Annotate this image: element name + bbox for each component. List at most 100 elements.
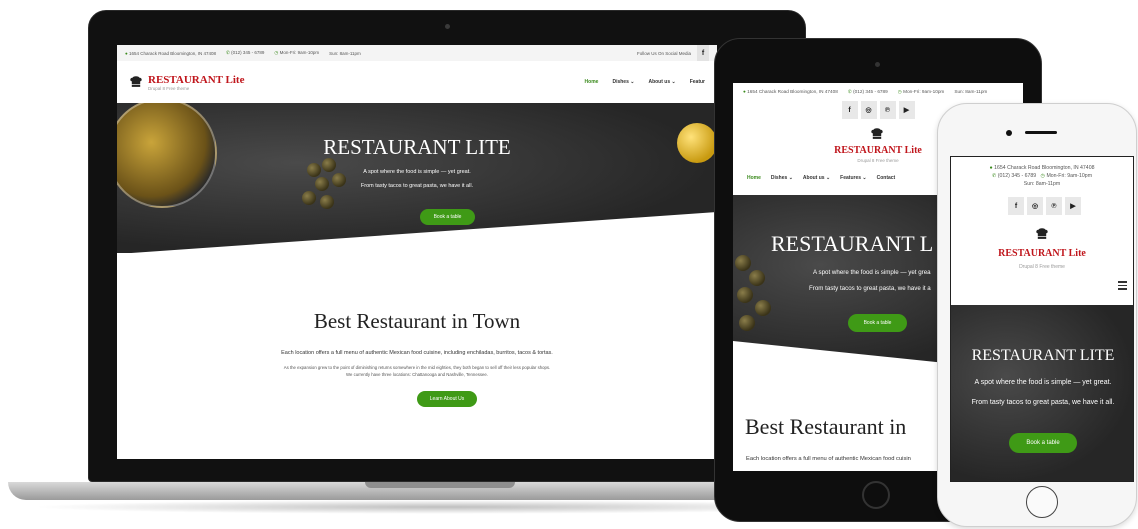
nav-dishes[interactable]: Dishes ⌄ [771,175,793,181]
clock-icon: ◷ [1040,173,1046,179]
caper-image [735,255,751,271]
nav-home[interactable]: Home [747,175,761,181]
brand-tagline: Drupal 8 Free theme [148,85,190,91]
chevron-down-icon: ⌄ [862,175,867,181]
brand[interactable]: RESTAURANT Lite Drupal 8 Free theme [148,74,244,91]
phone[interactable]: ✆ (012) 345 - 6789 [848,89,888,95]
phone-icon: ✆ [847,88,852,94]
phone-camera [1006,130,1012,136]
hero-subtitle-2: From tasty tacos to great pasta, we have… [360,183,474,189]
hero-divider [117,212,717,253]
chef-hat-icon [1036,228,1048,239]
address-text: 1654 Charack Road Bloomington, IN 47408 [128,50,217,56]
topbar: ● 1654 Charack Road Bloomington, IN 4740… [733,83,1023,100]
nav-dishes-label: Dishes [612,79,629,85]
device-mockup-stage: ● 1654 Charack Road Bloomington, IN 4740… [0,0,1138,529]
chef-hat-icon [130,76,142,87]
topbar: ● 1654 Charack Road Bloomington, IN 4740… [117,45,717,61]
hours-weekday: ◷ Mon-Fri: 9am-10pm [898,89,945,95]
chef-hat-icon [871,128,883,139]
hero-subtitle-1: A spot where the food is simple — yet gr… [974,379,1112,386]
section-title: Best Restaurant in [745,414,907,439]
hours-weekday: ◷ Mon-Fri: 9am-10pm [274,50,319,56]
main-nav: Home Dishes ⌄ About us ⌄ Features ⌄ Cont… [747,175,895,181]
address: ● 1654 Charack Road Bloomington, IN 4740… [951,165,1133,171]
facebook-icon[interactable]: f [697,45,709,61]
pinterest-icon[interactable]: ℗ [1046,197,1062,215]
address-text: 1654 Charack Road Bloomington, IN 47408 [747,89,838,94]
phone-text[interactable]: (012) 345 - 6789 [998,173,1036,179]
book-table-button[interactable]: Book a table [1009,433,1077,453]
caper-image [755,300,771,316]
tablet-home-button [862,481,890,509]
phone-screen: ● 1654 Charack Road Bloomington, IN 4740… [950,156,1134,482]
nav-about[interactable]: About us ⌄ [803,175,830,181]
caper-image [739,315,755,331]
caper-image [320,195,334,209]
nav-dishes[interactable]: Dishes ⌄ [612,79,634,85]
hero-title: RESTAURANT LITE [323,135,511,159]
section-text-1: Each location offers a full menu of auth… [746,456,911,462]
nav-contact[interactable]: Contact [877,175,896,181]
location-icon: ● [125,50,128,56]
hero-subtitle-1: A spot where the food is simple — yet gr… [363,169,471,175]
hero-title: RESTAURANT LITE [971,347,1115,364]
chevron-down-icon: ⌄ [825,175,831,181]
chevron-down-icon: ⌄ [788,175,793,181]
book-table-button[interactable]: Book a table [420,209,475,225]
facebook-icon[interactable]: f [841,101,858,119]
hours-weekend: Sun: 8am-11pm [954,89,988,94]
laptop-screen: ● 1654 Charack Road Bloomington, IN 4740… [117,45,717,459]
nav-home[interactable]: Home [585,79,599,85]
hero-subtitle-1: A spot where the food is simple — yet gr… [813,269,931,276]
phone-speaker [1025,131,1057,134]
clock-icon: ◷ [274,50,279,55]
nav-features[interactable]: Featur [690,79,705,85]
youtube-icon[interactable]: ▶ [1065,197,1081,215]
address: ● 1654 Charack Road Bloomington, IN 4740… [125,51,216,56]
hero-subtitle-2: From tasty tacos to great pasta, we have… [971,399,1115,406]
pinterest-icon[interactable]: ℗ [879,101,896,119]
hamburger-menu-icon[interactable] [1118,281,1127,292]
nav-about-label: About us [802,175,825,181]
phone-text: (012) 345 - 6789 [231,50,265,55]
section-title: Best Restaurant in Town [313,309,521,333]
main-nav: Home Dishes ⌄ About us ⌄ Featur [585,79,705,85]
tablet-camera [875,62,880,67]
address-text: 1654 Charack Road Bloomington, IN 47408 [994,165,1095,171]
nav-features[interactable]: Features ⌄ [840,175,866,181]
address: ● 1654 Charack Road Bloomington, IN 4740… [743,89,838,94]
phone-icon: ✆ [991,173,997,179]
social-label: Follow Us On Social Media [636,50,691,56]
book-table-button[interactable]: Book a table [848,314,907,332]
location-icon: ● [989,165,993,171]
phone-home-button [1026,486,1058,518]
nav-features-label: Features [840,175,862,181]
hours-weekday-text: Mon-Fri: 9am-10pm [279,50,320,55]
laptop-notch [365,482,515,488]
chevron-down-icon: ⌄ [630,79,635,85]
brand-title[interactable]: RESTAURANT Lite [951,248,1133,259]
social-area: Follow Us On Social Media f [637,45,709,61]
clock-icon: ◷ [897,88,902,94]
chevron-down-icon: ⌄ [671,79,676,85]
site-header: RESTAURANT Lite Drupal 8 Free theme Home… [117,61,717,103]
learn-about-us-button[interactable]: Learn About Us [417,391,477,407]
instagram-icon[interactable]: ◎ [860,101,877,119]
hero-subtitle-2: From tasty tacos to great pasta, we have… [809,285,931,292]
phone[interactable]: ✆ (012) 345 - 6789 [226,50,264,56]
instagram-icon[interactable]: ◎ [1027,197,1043,215]
nav-about[interactable]: About us ⌄ [648,79,675,85]
caper-image [737,287,753,303]
hero-section: RESTAURANT LITE A spot where the food is… [117,103,717,253]
hours-weekday-text: Mon-Fri: 9am-10pm [903,88,945,94]
section-text-3: We currently have three locations: Chatt… [346,372,488,377]
hours-weekend: Sun: 8am-11pm [329,50,361,56]
caper-image [749,270,765,286]
hero-section: RESTAURANT LITE A spot where the food is… [951,305,1133,481]
facebook-icon[interactable]: f [1008,197,1024,215]
brand-tagline: Drupal 8 Free theme [1019,264,1065,270]
caper-image [302,191,316,205]
youtube-icon[interactable]: ▶ [898,101,915,119]
hours-weekend: Sun: 8am-11pm [1023,181,1061,187]
